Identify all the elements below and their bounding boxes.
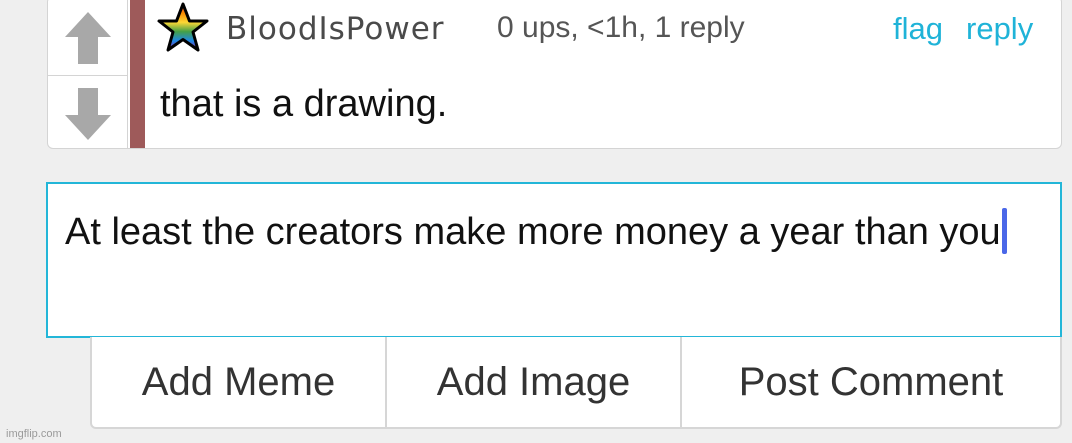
- thread-indent-bar: [130, 0, 145, 148]
- reply-textarea[interactable]: At least the creators make more money a …: [46, 182, 1062, 338]
- rainbow-star-icon[interactable]: [156, 1, 210, 55]
- comment-actions: Add Meme Add Image Post Comment: [90, 337, 1062, 429]
- arrow-up-icon: [64, 12, 111, 64]
- downvote-button[interactable]: [48, 76, 127, 151]
- comment-meta: 0 ups, <1h, 1 reply: [497, 11, 745, 44]
- flag-link[interactable]: flag: [893, 11, 943, 47]
- upvote-button[interactable]: [48, 1, 127, 76]
- add-meme-button[interactable]: Add Meme: [92, 337, 387, 427]
- add-image-button[interactable]: Add Image: [387, 337, 682, 427]
- vote-column: [48, 0, 128, 148]
- watermark: imgflip.com: [6, 428, 62, 440]
- comment-username[interactable]: BloodIsPower: [226, 11, 445, 47]
- comment-card: BloodIsPower 0 ups, <1h, 1 reply flag re…: [47, 0, 1062, 149]
- reply-link[interactable]: reply: [966, 11, 1033, 47]
- post-comment-button[interactable]: Post Comment: [682, 337, 1060, 427]
- text-caret: [1001, 208, 1007, 254]
- arrow-down-icon: [64, 87, 111, 140]
- reply-text-value: At least the creators make more money a …: [65, 208, 1025, 256]
- comment-text: that is a drawing.: [160, 83, 448, 125]
